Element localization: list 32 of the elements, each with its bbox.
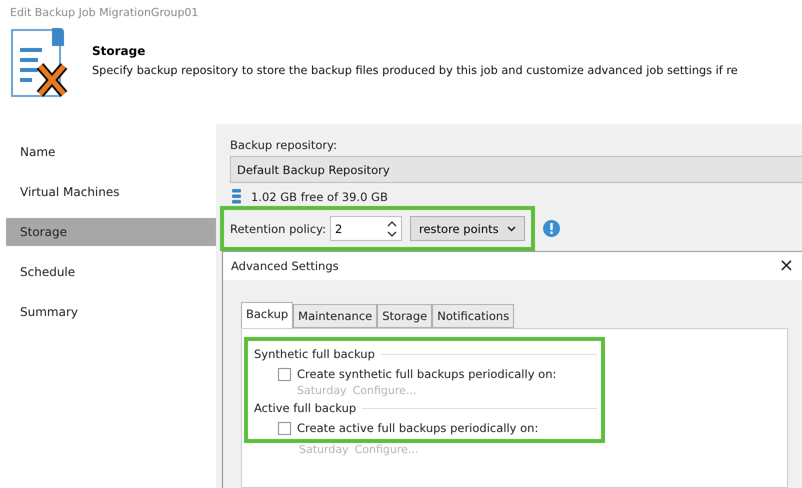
page-title: Storage: [92, 44, 146, 58]
dialog-title: Advanced Settings: [231, 259, 339, 273]
schedule-day: Saturday: [297, 384, 347, 397]
field-label: Backup repository:: [229, 138, 338, 152]
sidebar-item[interactable]: Summary: [6, 298, 216, 326]
tab[interactable]: Maintenance: [293, 304, 378, 328]
checkbox[interactable]: [278, 422, 291, 434]
sidebar-item[interactable]: Schedule: [6, 258, 216, 286]
chevron-down-icon: [506, 226, 516, 232]
group-title: Active full backup: [254, 401, 356, 415]
page-description: Specify backup repository to store the backup files produced by this job and customize advanced job settings if re: [92, 64, 738, 77]
sidebar-item[interactable]: Virtual Machines: [6, 178, 216, 206]
checkbox-label: Create active full backups periodically on:: [297, 421, 538, 435]
tab[interactable]: Backup: [241, 302, 294, 328]
unit-dropdown[interactable]: restore points: [410, 216, 525, 241]
sidebar-item[interactable]: Storage: [6, 218, 216, 246]
repository-dropdown[interactable]: Default Backup Repository: [230, 156, 802, 183]
close-button[interactable]: ×: [778, 257, 794, 275]
free-space-text: 1.02 GB free of 39.0 GB: [251, 190, 388, 204]
database-icon: [232, 189, 241, 204]
group-title: Synthetic full backup: [254, 347, 375, 361]
field-label: Retention policy:: [230, 222, 326, 236]
spin-arrows-icon[interactable]: [387, 220, 397, 238]
schedule-day: Saturday: [299, 443, 349, 456]
info-icon[interactable]: [542, 220, 560, 237]
checkbox[interactable]: [278, 368, 291, 380]
retention-spinner[interactable]: 2: [330, 216, 402, 241]
window-title: Edit Backup Job MigrationGroup01: [9, 5, 200, 21]
tab[interactable]: Notifications: [432, 304, 514, 328]
tab[interactable]: Storage: [377, 304, 432, 328]
checkbox-label: Create synthetic full backups periodically on:: [297, 367, 556, 381]
sidebar-item[interactable]: Name: [6, 138, 216, 166]
